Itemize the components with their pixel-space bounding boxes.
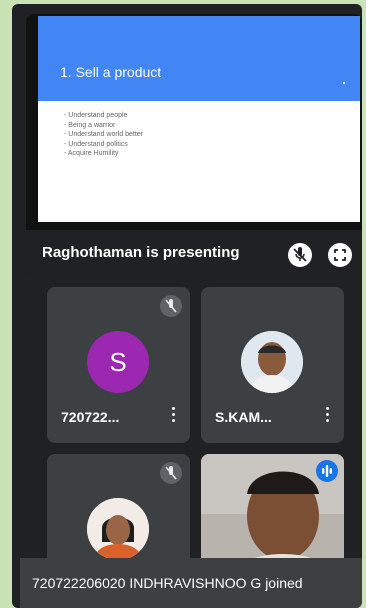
slide-title: 1. Sell a product [60,64,162,80]
slide-bullet: Understand world better [64,130,360,140]
fullscreen-icon[interactable] [328,243,352,267]
avatar: S [87,331,149,393]
mic-off-icon [160,462,182,484]
slide-header: 1. Sell a product [38,16,360,101]
presenter-bar: Raghothaman is presenting [26,230,362,276]
join-notification-text: 720722206020 INDHRAVISHNOO G joined [32,575,303,591]
participant-tile[interactable]: S.KAM... [201,287,344,443]
meet-window: 1. Sell a product Understand people Bein… [12,4,362,608]
slide: 1. Sell a product Understand people Bein… [38,16,360,222]
avatar [241,331,303,393]
avatar [87,498,149,560]
mic-off-icon [160,295,182,317]
participant-tile[interactable]: S 720722... [47,287,190,443]
slide-bullet: Understand politics [64,140,360,150]
participant-name: S.KAM... [215,409,272,425]
slide-bullet: Understand people [64,111,360,121]
slide-dot [343,82,345,84]
slide-bullet: Being a warrior [64,121,360,131]
more-vert-icon[interactable] [170,407,176,425]
slide-bullets: Understand people Being a warrior Unders… [64,111,360,159]
speaking-icon [316,460,338,482]
presentation-tile[interactable]: 1. Sell a product Understand people Bein… [26,14,362,276]
join-notification: 720722206020 INDHRAVISHNOO G joined [20,558,362,608]
participant-name: 720722... [61,409,120,425]
more-vert-icon[interactable] [324,407,330,425]
slide-bullet: Acquire Humility [64,149,360,159]
presenter-label: Raghothaman is presenting [42,244,240,261]
mic-off-icon[interactable] [288,243,312,267]
